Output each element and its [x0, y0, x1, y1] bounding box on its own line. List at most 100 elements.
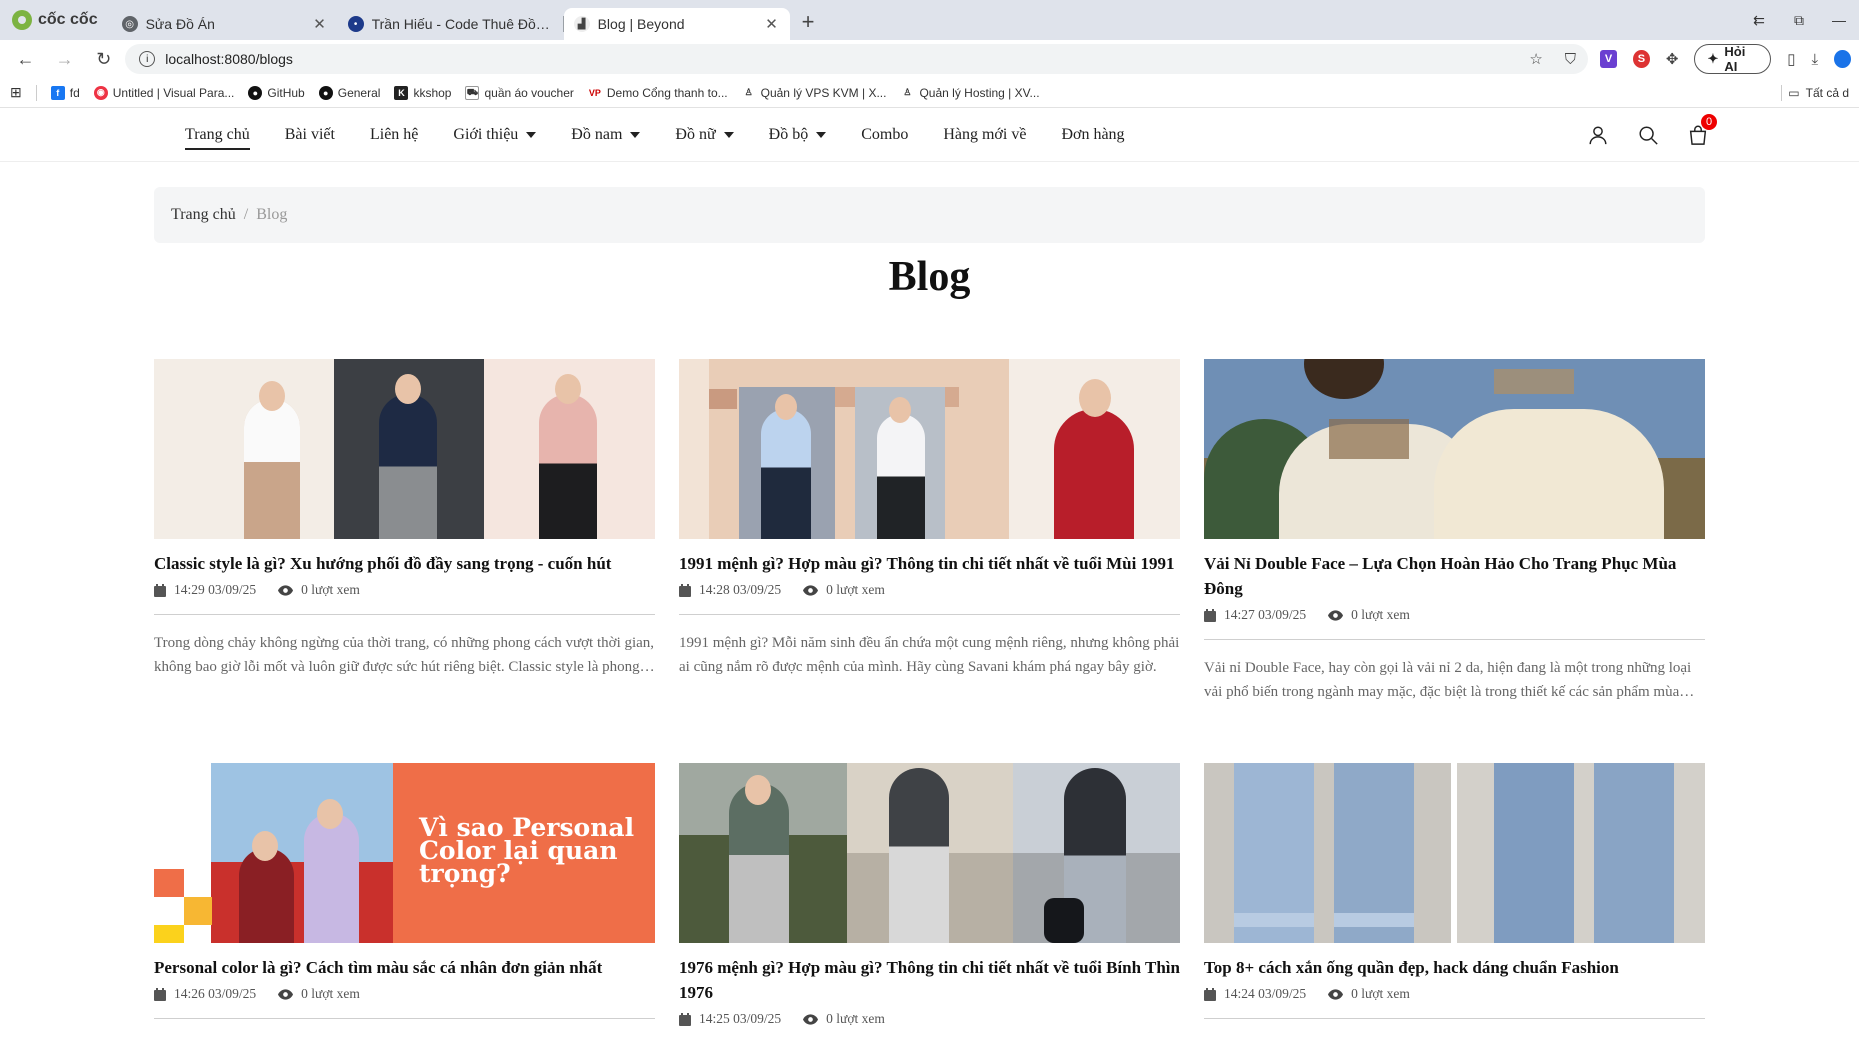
bookmark-item[interactable]: ● General	[318, 85, 380, 100]
post-title[interactable]: Classic style là gì? Xu hướng phối đồ đầ…	[154, 551, 655, 576]
blog-card[interactable]: Classic style là gì? Xu hướng phối đồ đầ…	[154, 359, 655, 679]
close-tab-icon[interactable]: ✕	[312, 15, 328, 33]
blog-card[interactable]: Vải Nỉ Double Face – Lựa Chọn Hoàn Hảo C…	[1204, 359, 1705, 704]
all-bookmarks[interactable]: ▭ Tất cả d	[1781, 84, 1849, 101]
tab-title: Blog | Beyond	[597, 16, 685, 32]
tab-title: Trần Hiếu - Code Thuê Đồ Án - J	[371, 16, 554, 32]
bookmark-item[interactable]: ♙ Quản lý Hosting | XV...	[900, 85, 1040, 100]
browser-tab-2[interactable]: • Trần Hiếu - Code Thuê Đồ Án - J	[338, 8, 564, 40]
bookmark-item[interactable]: VP Demo Cổng thanh to...	[587, 85, 728, 100]
user-icon[interactable]	[1587, 124, 1609, 146]
calendar-icon	[1204, 608, 1216, 622]
site-favicon-icon: ▟	[573, 16, 590, 32]
back-arrow-icon[interactable]: ←	[8, 44, 43, 74]
nav-label: Đồ nữ	[675, 126, 716, 143]
eye-icon	[278, 584, 294, 596]
cart-button[interactable]: 0	[1687, 114, 1717, 146]
bookmark-divider	[35, 84, 37, 101]
browser-tab-3-active[interactable]: ▟ Blog | Beyond ✕	[563, 8, 790, 40]
close-tab-icon[interactable]: ✕	[764, 15, 780, 33]
apps-grid-icon[interactable]: ⊞	[10, 84, 22, 101]
nav-new-arrivals[interactable]: Hàng mới về	[943, 108, 1026, 162]
eye-icon	[1328, 988, 1344, 1000]
bookmark-item[interactable]: ♙ Quản lý VPS KVM | X...	[741, 85, 886, 100]
post-time: 14:28 03/09/25	[699, 582, 782, 597]
forward-arrow-icon[interactable]: →	[47, 44, 82, 74]
nav-contact[interactable]: Liên hệ	[370, 108, 418, 162]
breadcrumb-home[interactable]: Trang chủ	[171, 206, 236, 224]
download-icon[interactable]: ⤓	[1811, 51, 1818, 68]
post-title[interactable]: Vải Nỉ Double Face – Lựa Chọn Hoàn Hảo C…	[1204, 551, 1705, 601]
nav-combo[interactable]: Combo	[861, 108, 908, 162]
breadcrumb-current: Blog	[256, 206, 288, 223]
sidebar-icon[interactable]: ▯	[1787, 50, 1795, 68]
post-title[interactable]: Personal color là gì? Cách tìm màu sắc c…	[154, 955, 655, 980]
nav-label: Đồ nam	[571, 126, 623, 143]
bookmark-item[interactable]: ⛟ quần áo voucher	[465, 85, 574, 100]
post-title[interactable]: 1991 mệnh gì? Hợp màu gì? Thông tin chi …	[679, 551, 1180, 576]
profile-avatar[interactable]	[1834, 50, 1851, 68]
post-time: 14:29 03/09/25	[174, 582, 257, 597]
bookmark-item[interactable]: Kkkshop	[394, 85, 451, 100]
extension-v-icon[interactable]: V	[1600, 50, 1617, 68]
blog-card[interactable]: Vì sao Personal Color lại quan trọng? Pe…	[154, 763, 655, 1019]
puzzle-icon[interactable]: ✥	[1666, 50, 1679, 68]
bookmark-star-icon[interactable]: ☆	[1529, 50, 1542, 68]
nav-label: Giới thiệu	[453, 126, 519, 143]
post-thumbnail[interactable]	[1204, 763, 1705, 943]
minimize-icon[interactable]: —	[1819, 12, 1859, 28]
screenshot-icon[interactable]: ⧉	[1779, 12, 1819, 29]
visual-paradigm-icon: ◉	[93, 85, 108, 100]
person-icon: ♙	[741, 85, 756, 100]
nav-label: Hàng mới về	[943, 126, 1027, 143]
browser-tab-1[interactable]: ◎ Sửa Đồ Án ✕	[112, 8, 338, 40]
nav-men[interactable]: Đồ nam	[571, 108, 641, 162]
nav-sets[interactable]: Đồ bộ	[769, 108, 827, 162]
address-bar-row: ← → ↻ i localhost:8080/blogs ☆ ⛉ V S ✥ ✦…	[0, 40, 1859, 78]
shield-icon[interactable]: ⛉	[1565, 51, 1576, 68]
card-divider	[154, 614, 655, 615]
blog-card[interactable]: 1991 mệnh gì? Hợp màu gì? Thông tin chi …	[679, 359, 1180, 679]
tab-search-icon[interactable]: ⇇	[1739, 12, 1779, 29]
kkshop-icon: K	[394, 85, 409, 100]
url-omnibox[interactable]: i localhost:8080/blogs ☆ ⛉	[125, 44, 1589, 74]
post-thumbnail[interactable]: Vì sao Personal Color lại quan trọng?	[154, 763, 655, 943]
site-header: Trang chủ Bài viết Liên hệ Giới thiệu Đồ…	[0, 108, 1859, 162]
url-text[interactable]: localhost:8080/blogs	[165, 51, 293, 67]
site-info-icon[interactable]: i	[139, 51, 156, 67]
nav-about[interactable]: Giới thiệu	[453, 108, 537, 162]
blog-card[interactable]: Top 8+ cách xắn ống quần đẹp, hack dáng …	[1204, 763, 1705, 1019]
cart-count-badge: 0	[1701, 114, 1717, 130]
extension-s-icon[interactable]: S	[1632, 50, 1650, 68]
post-thumbnail[interactable]	[679, 763, 1180, 943]
image-headline: Vì sao Personal Color lại quan trọng?	[419, 813, 635, 888]
post-views: 0 lượt xem	[1351, 607, 1410, 622]
nav-women[interactable]: Đồ nữ	[675, 108, 734, 162]
bookmark-item[interactable]: ◉ Untitled | Visual Para...	[93, 85, 234, 100]
ask-ai-button[interactable]: ✦ Hỏi AI	[1694, 44, 1772, 74]
post-title[interactable]: Top 8+ cách xắn ống quần đẹp, hack dáng …	[1204, 955, 1705, 980]
post-thumbnail[interactable]	[154, 359, 655, 539]
search-icon[interactable]	[1637, 124, 1659, 146]
bookmark-item[interactable]: ● GitHub	[248, 85, 305, 100]
nav-home[interactable]: Trang chủ	[185, 108, 250, 162]
post-thumbnail[interactable]	[679, 359, 1180, 539]
new-tab-button[interactable]: +	[790, 9, 827, 35]
post-meta: 14:28 03/09/25 0 lượt xem	[679, 582, 1180, 598]
breadcrumb: Trang chủ / Blog	[154, 187, 1705, 243]
post-thumbnail[interactable]	[1204, 359, 1705, 539]
bookmark-item[interactable]: f fd	[50, 85, 80, 100]
nav-orders[interactable]: Đơn hàng	[1061, 108, 1124, 162]
bookmark-label: Demo Cổng thanh to...	[606, 85, 728, 100]
calendar-icon	[679, 583, 691, 597]
bookmark-label: fd	[69, 85, 80, 100]
site-favicon-icon: •	[347, 16, 364, 32]
breadcrumb-separator: /	[243, 206, 249, 223]
eye-icon	[803, 584, 819, 596]
reload-icon[interactable]: ↻	[86, 44, 121, 74]
nav-posts[interactable]: Bài viết	[285, 108, 335, 162]
post-title[interactable]: 1976 mệnh gì? Hợp màu gì? Thông tin chi …	[679, 955, 1180, 1005]
blog-card[interactable]: 1976 mệnh gì? Hợp màu gì? Thông tin chi …	[679, 763, 1180, 1027]
bookmark-label: GitHub	[267, 85, 305, 100]
post-time: 14:26 03/09/25	[174, 986, 257, 1001]
